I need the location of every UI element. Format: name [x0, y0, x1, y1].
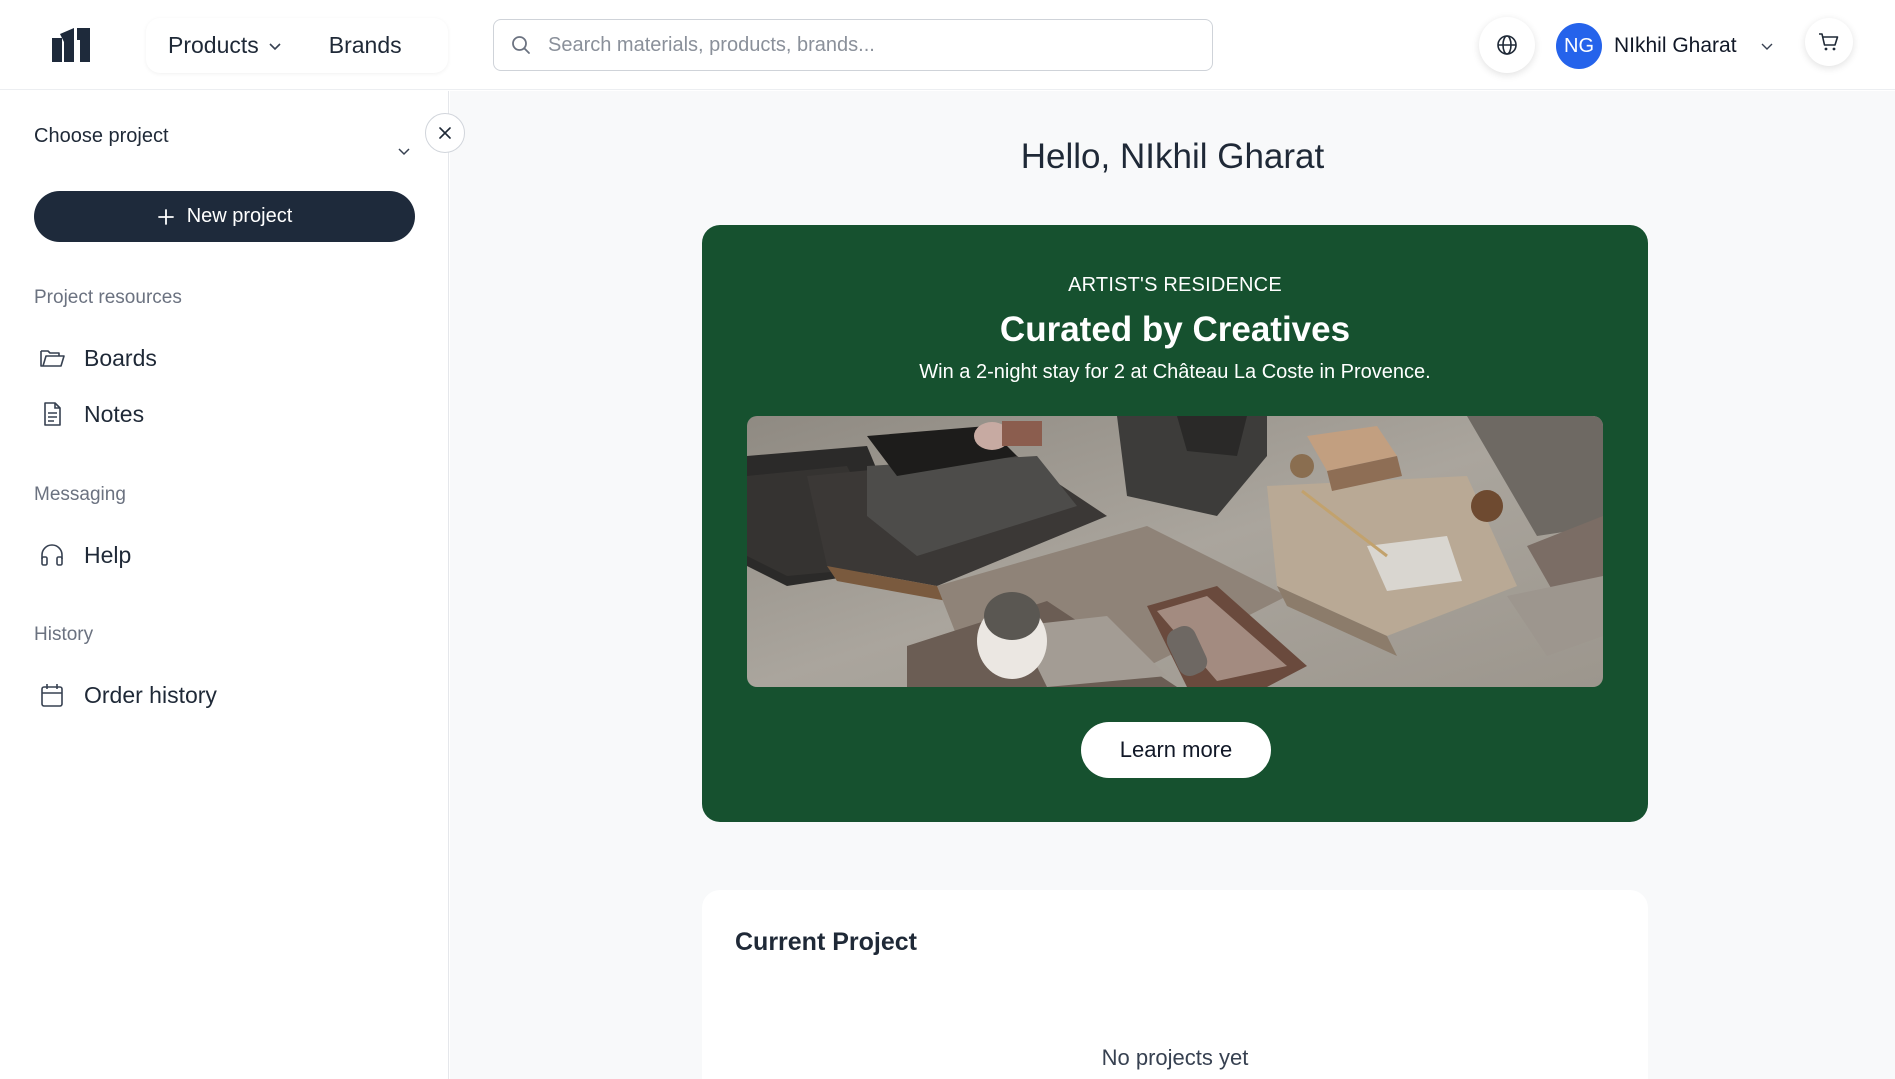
user-menu[interactable]: NG NIkhil Gharat — [1556, 23, 1775, 69]
avatar: NG — [1556, 23, 1602, 69]
section-label-project-resources: Project resources — [34, 287, 182, 308]
main-nav: Products Brands — [146, 18, 448, 73]
sidebar-item-notes[interactable]: Notes — [38, 400, 144, 428]
sidebar: Choose project New project Project resou… — [0, 91, 449, 1079]
sidebar-item-label: Boards — [84, 344, 157, 371]
new-project-label: New project — [186, 205, 293, 227]
cart-button[interactable] — [1805, 18, 1853, 66]
promo-eyebrow: ARTIST'S RESIDENCE — [1068, 274, 1282, 296]
headphones-icon — [41, 544, 63, 566]
top-header: Products Brands NG NIkhil Gharat — [0, 0, 1895, 90]
document-icon — [44, 402, 61, 426]
chevron-down-icon[interactable] — [396, 143, 412, 159]
sidebar-item-boards[interactable]: Boards — [38, 344, 157, 372]
promo-image — [747, 416, 1603, 687]
cart-icon — [1819, 33, 1839, 51]
close-sidebar-button[interactable] — [425, 113, 465, 153]
sidebar-item-label: Notes — [84, 400, 145, 427]
new-project-button[interactable]: New project — [34, 191, 415, 242]
sidebar-item-label: Help — [84, 541, 132, 568]
calendar-icon — [41, 684, 63, 707]
page-title: Hello, NIkhil Gharat — [1020, 137, 1325, 176]
search-bar — [493, 19, 1213, 71]
products-menu[interactable]: Products — [168, 32, 283, 59]
folder-icon — [40, 350, 65, 367]
current-project-card: Current Project No projects yet — [702, 890, 1648, 1079]
section-label-history: History — [34, 624, 94, 645]
promo-subtitle: Win a 2-night stay for 2 at Château La C… — [919, 361, 1431, 383]
plus-icon — [157, 208, 174, 225]
search-input[interactable] — [548, 33, 1188, 57]
close-icon — [439, 127, 451, 139]
chevron-down-icon — [1761, 43, 1773, 50]
brands-link[interactable]: Brands — [329, 32, 402, 59]
section-label-messaging: Messaging — [34, 484, 126, 505]
promo-title: Curated by Creatives — [999, 310, 1351, 349]
learn-more-button[interactable]: Learn more — [1081, 722, 1271, 778]
language-button[interactable] — [1479, 17, 1535, 73]
main-content: Hello, NIkhil Gharat ARTIST'S RESIDENCE … — [450, 91, 1895, 1079]
sidebar-item-order-history[interactable]: Order history — [38, 681, 217, 709]
globe-icon — [1497, 35, 1517, 55]
sidebar-item-help[interactable]: Help — [38, 541, 131, 569]
products-label: Products — [168, 32, 259, 58]
current-project-title: Current Project — [735, 928, 917, 956]
sidebar-item-label: Order history — [84, 681, 217, 708]
search-icon — [512, 36, 530, 54]
user-name: NIkhil Gharat — [1614, 34, 1737, 57]
chevron-down-icon — [269, 42, 281, 50]
promo-banner: ARTIST'S RESIDENCE Curated by Creatives … — [702, 225, 1648, 822]
logo[interactable] — [52, 28, 94, 62]
brands-label: Brands — [328, 32, 402, 58]
empty-state-text: No projects yet — [1101, 1045, 1249, 1070]
choose-project-select[interactable]: Choose project — [34, 125, 169, 148]
